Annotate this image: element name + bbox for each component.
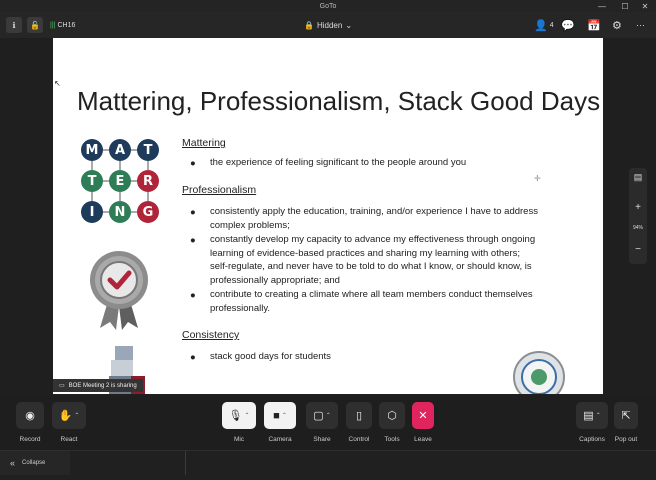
leave-icon[interactable]: ✕ xyxy=(412,402,434,429)
bottom-panel: « Collapse xyxy=(0,450,656,480)
tools-control[interactable]: ⬡ Tools xyxy=(379,402,405,443)
meeting-controls: ◉ Record ✋ ⌃ React 🎙 ⌃ Mic ■ ⌃ Camera ▢ ⌃ Sh… xyxy=(0,396,656,450)
tools-icon[interactable]: ⬡ xyxy=(379,402,405,429)
chevron-down-icon: ⌄ xyxy=(345,20,353,30)
captions-label: Captions xyxy=(579,436,605,443)
meeting-toolbar: ℹ 🔓 ||| CH16 🔒 Hidden ⌄ 👤 4 💬 📅 ⚙ ··· xyxy=(0,12,656,38)
zoom-level: 94% xyxy=(632,225,643,231)
notes-icon[interactable]: ▤ xyxy=(629,172,647,183)
lock-icon[interactable]: 🔓 xyxy=(27,17,43,33)
bullet-icon: ● xyxy=(190,207,196,218)
more-icon[interactable]: ··· xyxy=(636,17,645,33)
chat-icon[interactable]: 💬 xyxy=(561,17,575,33)
hidden-lock-icon: 🔒 xyxy=(303,20,314,30)
room-name: CH16 xyxy=(57,21,76,29)
captions-icon: ▤ xyxy=(583,410,594,422)
share-label: Share xyxy=(313,436,331,443)
mic-caret-icon[interactable]: ⌃ xyxy=(244,412,249,419)
raise-hand-icon: ✋ xyxy=(58,410,73,422)
record-control[interactable]: ◉ Record xyxy=(16,402,44,443)
signal-bars-icon: ||| xyxy=(50,21,56,29)
close-window-icon[interactable]: ✕ xyxy=(638,0,652,12)
popout-label: Pop out xyxy=(614,436,638,443)
camera-label: Camera xyxy=(268,436,292,443)
window-title-bar: GoTo — ☐ ✕ xyxy=(0,0,656,12)
camera-caret-icon[interactable]: ⌃ xyxy=(282,412,287,419)
microphone-icon: 🎙 xyxy=(228,410,243,422)
bullet-icon: ● xyxy=(190,352,196,363)
bullet-text: the experience of feeling significant to… xyxy=(210,157,467,168)
window-title: GoTo xyxy=(319,2,337,10)
bullet-text: consistently apply the education, traini… xyxy=(210,206,538,231)
tools-label: Tools xyxy=(384,436,400,443)
react-control[interactable]: ✋ ⌃ React xyxy=(52,402,86,443)
mic-label: Mic xyxy=(233,436,245,443)
logo-connectors xyxy=(91,149,149,213)
react-caret-icon[interactable]: ⌃ xyxy=(74,412,79,419)
camera-icon: ■ xyxy=(273,409,280,422)
mattering-logo: M A T T E R I N G xyxy=(81,139,159,227)
record-label: Record xyxy=(19,436,41,443)
captions-button[interactable]: ▤ ⌃ xyxy=(576,402,608,429)
captions-control[interactable]: ▤ ⌃ Captions xyxy=(576,402,608,443)
room-indicator[interactable]: ||| CH16 xyxy=(50,17,75,33)
mic-control[interactable]: 🎙 ⌃ Mic xyxy=(222,402,256,443)
zoom-out-button[interactable]: − xyxy=(629,244,647,255)
minimize-icon[interactable]: — xyxy=(595,0,609,12)
camera-button[interactable]: ■ ⌃ xyxy=(264,402,296,429)
divider xyxy=(185,451,186,475)
screen-share-icon: ▭ xyxy=(59,383,65,389)
hidden-label: Hidden xyxy=(316,20,343,30)
popout-icon[interactable]: ⇱ xyxy=(614,402,638,429)
hidden-dropdown[interactable]: 🔒 Hidden ⌄ xyxy=(302,17,354,33)
calendar-icon[interactable]: 📅 xyxy=(587,17,601,33)
award-badge-icon xyxy=(90,251,148,330)
section-heading: Mattering xyxy=(182,137,226,149)
info-icon[interactable]: ℹ xyxy=(6,17,22,33)
control-control[interactable]: ▯ Control xyxy=(346,402,372,443)
record-icon[interactable]: ◉ xyxy=(16,402,44,429)
section-heading: Consistency xyxy=(182,329,240,341)
settings-icon[interactable]: ⚙ xyxy=(612,17,622,33)
slide-title: Mattering, Professionalism, Stack Good D… xyxy=(77,86,601,116)
sharing-indicator: ▭ BOE Meeting 2 is sharing xyxy=(53,379,143,392)
bullet-icon: ● xyxy=(190,235,196,246)
control-label: Control xyxy=(348,436,370,443)
bullet-text: stack good days for students xyxy=(210,351,331,362)
share-screen-icon: ▢ xyxy=(313,410,324,422)
share-caret-icon[interactable]: ⌃ xyxy=(326,412,331,419)
collapse-button[interactable]: « Collapse xyxy=(0,451,70,475)
share-button[interactable]: ▢ ⌃ xyxy=(306,402,338,429)
react-label: React xyxy=(60,436,78,443)
remote-control-icon[interactable]: ▯ xyxy=(346,402,372,429)
zoom-in-button[interactable]: + xyxy=(629,202,647,213)
react-button[interactable]: ✋ ⌃ xyxy=(52,402,86,429)
zoom-panel: ▤ + 94% − xyxy=(629,168,647,264)
bullet-text: constantly develop my capacity to advanc… xyxy=(210,234,536,286)
section-heading: Professionalism xyxy=(182,184,257,196)
camera-control[interactable]: ■ ⌃ Camera xyxy=(264,402,296,443)
popout-control[interactable]: ⇱ Pop out xyxy=(614,402,638,443)
collapse-label: Collapse xyxy=(22,460,46,466)
leave-label: Leave xyxy=(414,436,432,443)
presentation-slide: Mattering, Professionalism, Stack Good D… xyxy=(53,38,603,394)
leave-control[interactable]: ✕ Leave xyxy=(412,402,434,443)
participants-button[interactable]: 👤 4 xyxy=(534,17,554,33)
share-control[interactable]: ▢ ⌃ Share xyxy=(306,402,338,443)
bullet-icon: ● xyxy=(190,290,196,301)
bullet-icon: ● xyxy=(190,158,196,169)
sharing-label: BOE Meeting 2 is sharing xyxy=(68,382,137,389)
person-icon: 👤 xyxy=(534,19,548,32)
mic-button[interactable]: 🎙 ⌃ xyxy=(222,402,256,429)
captions-caret-icon[interactable]: ⌃ xyxy=(596,412,601,419)
shared-screen-area: Mattering, Professionalism, Stack Good D… xyxy=(0,38,656,396)
bullet-text: contribute to creating a climate where a… xyxy=(210,289,533,314)
chevron-left-icon: « xyxy=(10,458,16,468)
mouse-cursor-icon: ↖ xyxy=(54,79,61,88)
crosshair-cursor-icon: ✛ xyxy=(534,174,541,183)
maximize-icon[interactable]: ☐ xyxy=(618,0,632,12)
participant-count: 4 xyxy=(549,21,554,29)
